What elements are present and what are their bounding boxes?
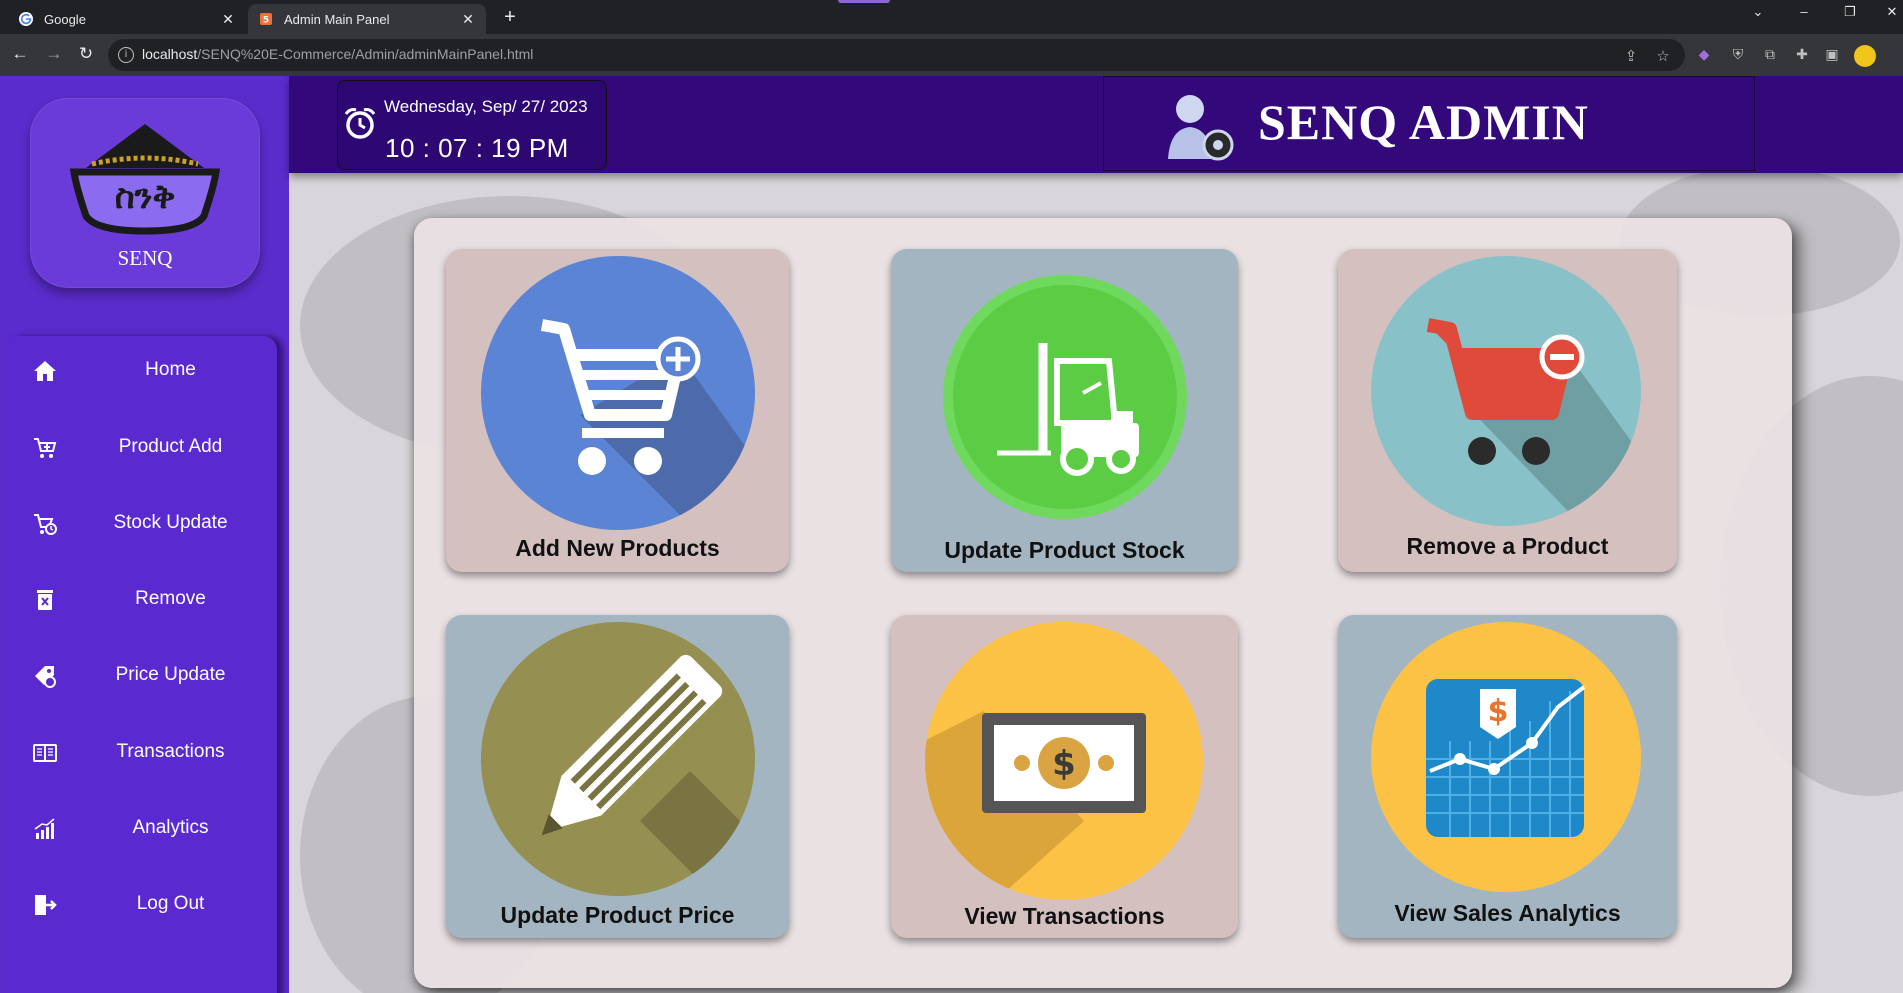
minimize-icon[interactable]: –	[1784, 4, 1824, 19]
sidebar-item-transactions[interactable]: Transactions	[4, 727, 277, 777]
time-display: 10 : 07 : 19 PM	[385, 133, 569, 163]
svg-text:$: $	[1052, 744, 1076, 784]
tab-title: Admin Main Panel	[284, 11, 390, 27]
sidebar-item-product-add[interactable]: Product Add	[4, 422, 277, 472]
svg-text:$: $	[1488, 694, 1509, 729]
sidebar-item-analytics[interactable]: Analytics	[4, 803, 277, 853]
sidebar-item-home[interactable]: Home	[4, 345, 277, 395]
senq-basket-logo-icon: ስንቅ	[69, 124, 221, 235]
sidebar-item-label: Price Update	[115, 664, 226, 685]
sidebar-item-log-out[interactable]: Log Out	[4, 879, 277, 929]
price-tag-icon	[35, 666, 56, 688]
brand-title: SENQ ADMIN	[1258, 94, 1589, 150]
reload-icon[interactable]: ↻	[74, 44, 98, 64]
cart-clock-icon	[34, 514, 57, 535]
shield-extension-icon[interactable]: ⛨	[1728, 46, 1748, 63]
home-icon	[34, 361, 56, 381]
side-panel-icon[interactable]: ▣	[1822, 46, 1842, 63]
new-tab-icon[interactable]: +	[498, 6, 522, 29]
card-label: View Transactions	[964, 903, 1165, 929]
sidebar-item-stock-update[interactable]: Stock Update	[4, 498, 277, 548]
analytics-icon	[34, 818, 55, 839]
extension-icon[interactable]: ◆	[1694, 46, 1714, 63]
bookmark-star-icon[interactable]: ☆	[1654, 47, 1672, 65]
view-sales-analytics-card[interactable]: $ View Sales Analytics	[1338, 615, 1677, 938]
sidebar-item-label: Log Out	[136, 893, 205, 914]
brand-banner: SENQ ADMIN	[1103, 76, 1755, 171]
tab-group-indicator	[838, 0, 890, 3]
pencil-icon	[481, 622, 755, 896]
logo[interactable]: ስንቅ SENQ	[30, 98, 260, 288]
sidebar-item-label: Analytics	[132, 817, 209, 838]
tab-search-icon[interactable]: ⌄	[1738, 4, 1778, 20]
date-display: Wednesday, Sep/ 27/ 2023	[384, 97, 588, 116]
url-text[interactable]: localhost/SENQ%20E-Commerce/Admin/adminM…	[142, 46, 533, 62]
receipt-book-icon	[33, 744, 57, 762]
sidebar-menu: Home Product Add Stock Update Remove Pri…	[4, 336, 277, 993]
card-label: Update Product Stock	[944, 537, 1185, 563]
main-panel: Add New Products Update Product Stock Re…	[414, 218, 1792, 988]
logo-text: SENQ	[117, 246, 173, 270]
sidebar-item-label: Product Add	[118, 436, 223, 457]
browser-tab-bar: Google ✕ 5 Admin Main Panel ✕ + ⌄ – ❐ ✕	[0, 0, 1903, 34]
sidebar-item-label: Transactions	[116, 741, 225, 762]
trash-icon	[37, 590, 53, 610]
puzzle-extensions-icon[interactable]: ✚	[1792, 46, 1812, 63]
cart-plus-icon	[481, 256, 755, 530]
address-bar[interactable]: i localhost/SENQ%20E-Commerce/Admin/admi…	[108, 39, 1685, 71]
html-icon: 5	[258, 11, 274, 27]
update-product-price-card[interactable]: Update Product Price	[446, 615, 789, 938]
remove-a-product-card[interactable]: Remove a Product	[1338, 249, 1677, 572]
sidebar-item-label: Remove	[135, 588, 206, 609]
tab-admin-main-panel[interactable]: 5 Admin Main Panel ✕	[248, 4, 486, 34]
sidebar-item-price-update[interactable]: Price Update	[4, 650, 277, 700]
google-icon	[18, 11, 34, 27]
back-icon[interactable]: ←	[8, 44, 32, 64]
card-label: Add New Products	[515, 535, 720, 561]
restore-icon[interactable]: ❐	[1830, 4, 1870, 20]
clock-widget: Wednesday, Sep/ 27/ 2023 10 : 07 : 19 PM	[337, 80, 607, 170]
profile-avatar[interactable]	[1854, 45, 1876, 67]
card-label: View Sales Analytics	[1394, 900, 1621, 926]
tab-title: Google	[44, 11, 86, 27]
site-info-icon[interactable]: i	[118, 47, 134, 63]
update-product-stock-card[interactable]: Update Product Stock	[891, 249, 1238, 572]
tab-close-icon[interactable]: ✕	[220, 11, 236, 28]
svg-text:5: 5	[263, 16, 269, 26]
sidebar-item-label: Home	[145, 359, 196, 380]
sidebar: ስንቅ SENQ Home Product Add Stock Update R…	[0, 76, 289, 993]
forward-icon[interactable]: →	[42, 44, 66, 64]
browser-toolbar: ← → ↻ i localhost/SENQ%20E-Commerce/Admi…	[0, 34, 1903, 76]
admin-user-icon	[1168, 95, 1234, 161]
sales-chart-icon: $	[1371, 622, 1641, 892]
close-window-icon[interactable]: ✕	[1872, 4, 1903, 20]
money-bill-icon: $	[925, 622, 1203, 900]
svg-text:ስንቅ: ስንቅ	[115, 177, 176, 217]
cart-add-icon	[34, 438, 57, 458]
share-icon[interactable]: ⇪	[1622, 47, 1640, 65]
sidebar-item-remove[interactable]: Remove	[4, 574, 277, 624]
forklift-icon	[943, 275, 1187, 519]
extension-icon[interactable]: ⧉	[1760, 46, 1780, 63]
logout-icon	[35, 895, 57, 915]
admin-main-panel-page: ስንቅ SENQ Home Product Add Stock Update R…	[0, 76, 1903, 993]
sidebar-item-label: Stock Update	[113, 512, 228, 533]
header-bar: Wednesday, Sep/ 27/ 2023 10 : 07 : 19 PM…	[289, 76, 1903, 173]
cart-minus-icon	[1371, 256, 1641, 526]
tab-close-icon[interactable]: ✕	[460, 11, 476, 28]
card-label: Update Product Price	[500, 902, 735, 928]
view-transactions-card[interactable]: $ View Transactions	[891, 615, 1238, 938]
alarm-clock-icon	[344, 108, 376, 139]
card-label: Remove a Product	[1406, 533, 1609, 559]
add-new-products-card[interactable]: Add New Products	[446, 249, 789, 572]
tab-google[interactable]: Google ✕	[8, 4, 246, 34]
